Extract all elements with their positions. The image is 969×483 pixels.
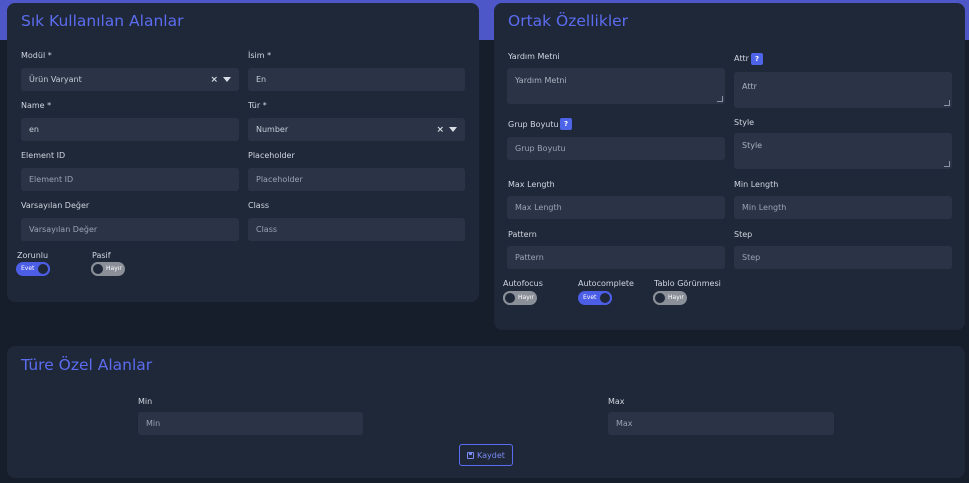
autofocus-label: Autofocus — [503, 279, 543, 288]
type-specific-title: Türe Özel Alanlar — [21, 356, 153, 374]
step-input[interactable]: Step — [734, 246, 952, 269]
save-button[interactable]: Kaydet — [459, 444, 513, 466]
min-label: Min — [138, 397, 153, 406]
clear-icon[interactable]: × — [436, 125, 444, 135]
attr-textarea[interactable]: Attr — [734, 72, 952, 108]
chevron-down-icon[interactable] — [449, 127, 457, 132]
max-length-label: Max Length — [508, 180, 555, 189]
type-specific-card: Türe Özel Alanlar Min Min Max Max Kaydet — [7, 346, 965, 478]
common-fields-card: Sık Kullanılan Alanlar Modül * Ürün Vary… — [7, 3, 479, 302]
isim-label: İsim * — [248, 51, 272, 60]
clear-icon[interactable]: × — [210, 75, 218, 85]
help-text-label: Yardım Metni — [508, 52, 560, 61]
group-size-input[interactable]: Grup Boyutu — [507, 137, 725, 160]
pattern-input[interactable]: Pattern — [507, 246, 725, 269]
name-label: Name * — [21, 101, 52, 110]
common-props-title: Ortak Özellikler — [508, 12, 629, 30]
required-label: Zorunlu — [17, 251, 49, 260]
class-input[interactable]: Class — [248, 218, 465, 241]
style-textarea[interactable]: Style — [734, 133, 952, 169]
tur-select[interactable]: Number × — [248, 118, 465, 141]
attr-help-icon[interactable]: ? — [751, 53, 763, 65]
step-label: Step — [734, 230, 753, 239]
default-value-label: Varsayılan Değer — [21, 201, 90, 210]
common-fields-title: Sık Kullanılan Alanlar — [21, 12, 184, 30]
common-props-card: Ortak Özellikler Yardım Metni Yardım Met… — [494, 3, 965, 330]
help-text-textarea[interactable]: Yardım Metni — [507, 68, 725, 104]
pattern-label: Pattern — [508, 230, 537, 239]
passive-label: Pasif — [92, 251, 111, 260]
placeholder-input[interactable]: Placeholder — [248, 168, 465, 191]
resize-handle[interactable] — [944, 100, 950, 106]
class-label: Class — [248, 201, 270, 210]
placeholder-label: Placeholder — [248, 151, 295, 160]
group-size-help-icon[interactable]: ? — [560, 118, 572, 130]
modul-select[interactable]: Ürün Varyant × — [21, 68, 239, 91]
resize-handle[interactable] — [717, 96, 723, 102]
table-visible-label: Tablo Görünmesi — [654, 279, 721, 288]
tur-label: Tür * — [248, 101, 267, 110]
isim-input[interactable]: En — [248, 68, 465, 91]
save-icon — [467, 451, 475, 459]
autofocus-toggle[interactable]: Hayır — [503, 291, 537, 305]
min-input[interactable]: Min — [138, 412, 363, 435]
resize-handle[interactable] — [944, 161, 950, 167]
passive-toggle[interactable]: Hayır — [91, 262, 125, 276]
style-label: Style — [734, 118, 755, 127]
chevron-down-icon[interactable] — [223, 77, 231, 82]
max-label: Max — [608, 397, 625, 406]
element-id-label: Element ID — [21, 151, 66, 160]
min-length-label: Min Length — [734, 180, 779, 189]
max-input[interactable]: Max — [608, 412, 834, 435]
default-value-input[interactable]: Varsayılan Değer — [21, 218, 239, 241]
attr-label: Attr — [734, 54, 749, 63]
tur-select-value: Number — [256, 125, 289, 134]
table-visible-toggle[interactable]: Hayır — [653, 291, 687, 305]
modul-select-value: Ürün Varyant — [29, 75, 82, 84]
min-length-input[interactable]: Min Length — [734, 196, 952, 219]
element-id-input[interactable]: Element ID — [21, 168, 239, 191]
name-input[interactable]: en — [21, 118, 239, 141]
autocomplete-label: Autocomplete — [578, 279, 634, 288]
autocomplete-toggle[interactable]: Evet — [578, 291, 612, 305]
modul-label: Modül * — [21, 51, 52, 60]
required-toggle[interactable]: Evet — [16, 262, 50, 276]
max-length-input[interactable]: Max Length — [507, 196, 725, 219]
group-size-label: Grup Boyutu — [508, 120, 559, 129]
